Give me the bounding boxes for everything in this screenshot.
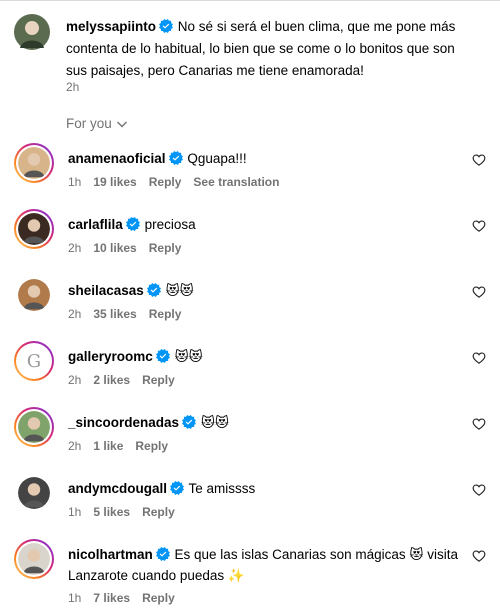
- commenter-avatar[interactable]: [14, 275, 54, 315]
- comment-meta: 1h 19 likes Reply See translation: [68, 175, 279, 189]
- heart-icon[interactable]: [472, 153, 486, 167]
- comment-body: Te amissss: [188, 481, 256, 496]
- caption-avatar[interactable]: [14, 14, 50, 50]
- comment-time: 1h: [68, 591, 82, 605]
- comment-time: 2h: [68, 241, 82, 255]
- caption-username[interactable]: melyssapiinto: [66, 19, 156, 34]
- chevron-down-icon: [116, 121, 127, 127]
- commenter-avatar[interactable]: [14, 473, 54, 513]
- verified-icon: [182, 415, 197, 429]
- comment-row: andymcdougall Te amissss 1h 5 likes Reply: [14, 473, 500, 539]
- heart-icon[interactable]: [472, 483, 486, 497]
- comment-username[interactable]: carlaflila: [68, 217, 123, 232]
- heart-icon[interactable]: [472, 549, 486, 563]
- comment-text: sheilacasas 😻😻: [68, 280, 458, 301]
- verified-icon: [170, 481, 185, 495]
- commenter-avatar[interactable]: [14, 539, 54, 579]
- comment-username[interactable]: sheilacasas: [68, 283, 144, 298]
- verified-icon: [168, 151, 183, 165]
- comment-text: galleryroomc 😻😻: [68, 346, 458, 367]
- reply-button[interactable]: Reply: [149, 175, 182, 189]
- comment-body: Qguapa!!!: [187, 151, 247, 166]
- comment-row: _sincoordenadas 😻😻 2h 1 like Reply: [14, 407, 500, 473]
- comment-time: 2h: [68, 373, 82, 387]
- comment-meta: 2h 10 likes Reply: [68, 241, 181, 255]
- comment-username[interactable]: _sincoordenadas: [68, 415, 179, 430]
- comment-meta: 2h 2 likes Reply: [68, 373, 175, 387]
- comment-likes[interactable]: 35 likes: [93, 307, 136, 321]
- reply-button[interactable]: Reply: [142, 373, 175, 387]
- comment-text: _sincoordenadas 😻😻: [68, 412, 458, 433]
- comment-meta: 1h 5 likes Reply: [68, 505, 175, 519]
- comment-username[interactable]: andymcdougall: [68, 481, 167, 496]
- comment-text: anamenaoficial Qguapa!!!: [68, 148, 458, 169]
- comment-meta: 1h 7 likes Reply: [68, 591, 175, 605]
- comment-meta: 2h 35 likes Reply: [68, 307, 181, 321]
- verified-icon: [155, 547, 170, 561]
- comment-body: 😻😻: [165, 283, 194, 298]
- comment-text: nicolhartman Es que las islas Canarias s…: [68, 544, 458, 586]
- verified-icon: [155, 349, 170, 363]
- comment-row: anamenaoficial Qguapa!!! 1h 19 likes Reply S…: [14, 143, 500, 209]
- comment-likes[interactable]: 7 likes: [93, 591, 130, 605]
- verified-icon: [159, 19, 174, 33]
- heart-icon[interactable]: [472, 351, 486, 365]
- comment-filter-label: For you: [66, 116, 112, 131]
- comment-filter-dropdown[interactable]: For you: [66, 116, 128, 131]
- verified-icon: [125, 217, 140, 231]
- commenter-avatar[interactable]: [14, 143, 54, 183]
- comment-time: 2h: [68, 439, 82, 453]
- comment-meta: 2h 1 like Reply: [68, 439, 168, 453]
- commenter-avatar[interactable]: G: [14, 341, 54, 381]
- heart-icon[interactable]: [472, 285, 486, 299]
- comment-row: sheilacasas 😻😻 2h 35 likes Reply: [14, 275, 500, 341]
- comment-username[interactable]: nicolhartman: [68, 547, 153, 562]
- heart-icon[interactable]: [472, 417, 486, 431]
- comment-likes[interactable]: 19 likes: [93, 175, 136, 189]
- reply-button[interactable]: Reply: [135, 439, 168, 453]
- comment-body: preciosa: [144, 217, 196, 232]
- comment-text: andymcdougall Te amissss: [68, 478, 458, 499]
- comment-likes[interactable]: 1 like: [93, 439, 123, 453]
- reply-button[interactable]: Reply: [149, 307, 182, 321]
- heart-icon[interactable]: [472, 219, 486, 233]
- comment-username[interactable]: anamenaoficial: [68, 151, 166, 166]
- commenter-avatar[interactable]: [14, 209, 54, 249]
- comment-likes[interactable]: 2 likes: [93, 373, 130, 387]
- comment-time: 2h: [68, 307, 82, 321]
- comment-likes[interactable]: 10 likes: [93, 241, 136, 255]
- comment-body: 😻😻: [174, 349, 203, 364]
- comment-text: carlaflila preciosa: [68, 214, 458, 235]
- verified-icon: [146, 283, 161, 297]
- reply-button[interactable]: Reply: [142, 505, 175, 519]
- comment-likes[interactable]: 5 likes: [93, 505, 130, 519]
- reply-button[interactable]: Reply: [149, 241, 182, 255]
- caption-text: melyssapiinto No sé si será el buen clim…: [66, 16, 476, 82]
- reply-button[interactable]: Reply: [142, 591, 175, 605]
- caption-time: 2h: [66, 80, 80, 94]
- comment-body: 😻😻: [200, 415, 229, 430]
- commenter-avatar[interactable]: [14, 407, 54, 447]
- top-divider: [0, 0, 500, 1]
- svg-text:G: G: [27, 352, 41, 372]
- comment-username[interactable]: galleryroomc: [68, 349, 153, 364]
- comment-row: carlaflila preciosa 2h 10 likes Reply: [14, 209, 500, 275]
- comment-row: nicolhartman Es que las islas Canarias s…: [14, 539, 500, 605]
- comment-time: 1h: [68, 175, 82, 189]
- comment-time: 1h: [68, 505, 82, 519]
- comment-row: Ggalleryroomc 😻😻 2h 2 likes Reply: [14, 341, 500, 407]
- see-translation-button[interactable]: See translation: [193, 175, 279, 189]
